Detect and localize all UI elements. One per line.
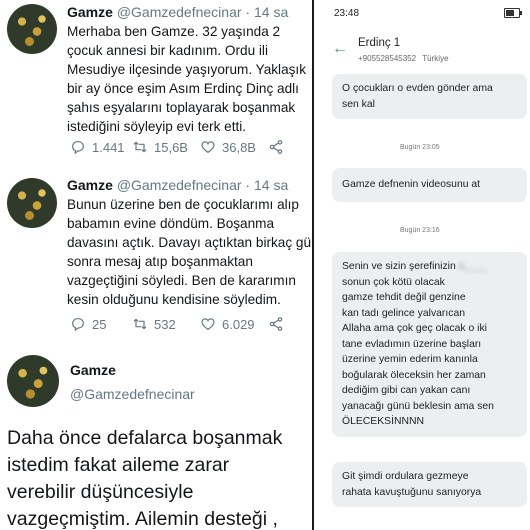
censored-text: a____ [458, 261, 488, 272]
author-name[interactable]: Gamze [67, 4, 113, 20]
tweet-2[interactable]: Gamze @Gamzedefnecinar · 14 sa Bunun üze… [0, 175, 312, 340]
retweet-count: 15,6B [154, 139, 188, 155]
retweet-button[interactable]: 15,6B [132, 139, 200, 155]
contact-number: +905528545352 Türkiye [358, 54, 449, 63]
avatar[interactable] [7, 355, 59, 407]
retweet-icon [133, 318, 147, 330]
message-timestamp: Bugün 23:05 [400, 144, 440, 151]
share-button[interactable] [268, 139, 284, 155]
reply-button[interactable]: 25 [70, 316, 132, 332]
tweet-text: Merhaba ben Gamze. 32 yaşında 2 çocuk an… [67, 24, 306, 134]
separator-dot: · [245, 4, 251, 20]
tweet-text: Daha önce defalarca boşanmak istedim fak… [7, 427, 283, 530]
reply-button[interactable]: 1.441 [70, 139, 132, 155]
heart-icon [201, 318, 215, 331]
author-handle[interactable]: @Gamzedefnecinar [117, 177, 242, 193]
avatar[interactable] [7, 178, 57, 228]
status-time: 23:48 [334, 8, 360, 19]
contact-phone: +905528545352 [358, 54, 417, 63]
message-text: sonun çok kötü olacak gamze tehdit değil… [342, 276, 494, 428]
like-count: 36,8B [222, 139, 256, 155]
battery-icon [504, 8, 522, 18]
share-button[interactable] [268, 316, 284, 332]
tweet-1[interactable]: Gamze @Gamzedefnecinar · 14 sa Merhaba b… [0, 0, 312, 165]
battery-level [506, 10, 514, 16]
message-text: Senin ve sizin şerefinizin [342, 261, 459, 272]
twitter-thread-screenshot: Gamze @Gamzedefnecinar · 14 sa Merhaba b… [0, 0, 312, 530]
author-name[interactable]: Gamze [70, 362, 116, 378]
reply-icon [72, 141, 84, 155]
tweet-time[interactable]: 14 sa [254, 4, 288, 20]
share-icon [269, 140, 283, 154]
message-bubble[interactable]: Gamze defnenin videosunu at [332, 168, 527, 202]
tweet-text: Bunun üzerine ben de çocuklarımı alıp ba… [67, 197, 312, 307]
retweet-button[interactable]: 532 [132, 316, 200, 332]
back-arrow-icon[interactable]: ← [332, 40, 348, 58]
message-bubble[interactable]: Senin ve sizin şerefinizin a____ sonun ç… [332, 252, 527, 437]
reply-count: 25 [92, 316, 107, 332]
author-handle[interactable]: @Gamzedefnecinar [70, 386, 195, 402]
message-timestamp: Bugün 23:16 [400, 227, 440, 234]
author-name[interactable]: Gamze [67, 177, 113, 193]
retweet-count: 532 [154, 316, 176, 332]
retweet-icon [133, 141, 147, 153]
heart-icon [201, 141, 215, 154]
like-button[interactable]: 6.029 [200, 316, 268, 332]
tweet-header: Gamze @Gamzedefnecinar · 14 sa [67, 177, 288, 193]
tweet-header: Gamze @Gamzedefnecinar · 14 sa [67, 4, 288, 20]
reply-icon [72, 318, 84, 332]
sms-screenshot: 23:48 ← Erdinç 1 +905528545352 Türkiye O… [314, 0, 530, 530]
message-bubble[interactable]: O çocukları o evden gönder ama sen kal [332, 74, 527, 119]
tweet-actions: 25 532 6.029 [70, 316, 284, 332]
avatar[interactable] [7, 4, 57, 54]
author-handle[interactable]: @Gamzedefnecinar [117, 4, 242, 20]
tweet-actions: 1.441 15,6B 36,8B [70, 139, 284, 155]
contact-name[interactable]: Erdinç 1 [358, 37, 400, 49]
like-button[interactable]: 36,8B [200, 139, 268, 155]
message-bubble[interactable]: Git şimdi ordulara gezmeye rahata kavuşt… [332, 462, 527, 507]
reply-count: 1.441 [92, 139, 125, 155]
like-count: 6.029 [222, 316, 255, 332]
share-icon [269, 317, 283, 331]
separator-dot: · [245, 177, 251, 193]
tweet-time[interactable]: 14 sa [254, 177, 288, 193]
contact-country: Türkiye [422, 54, 449, 63]
